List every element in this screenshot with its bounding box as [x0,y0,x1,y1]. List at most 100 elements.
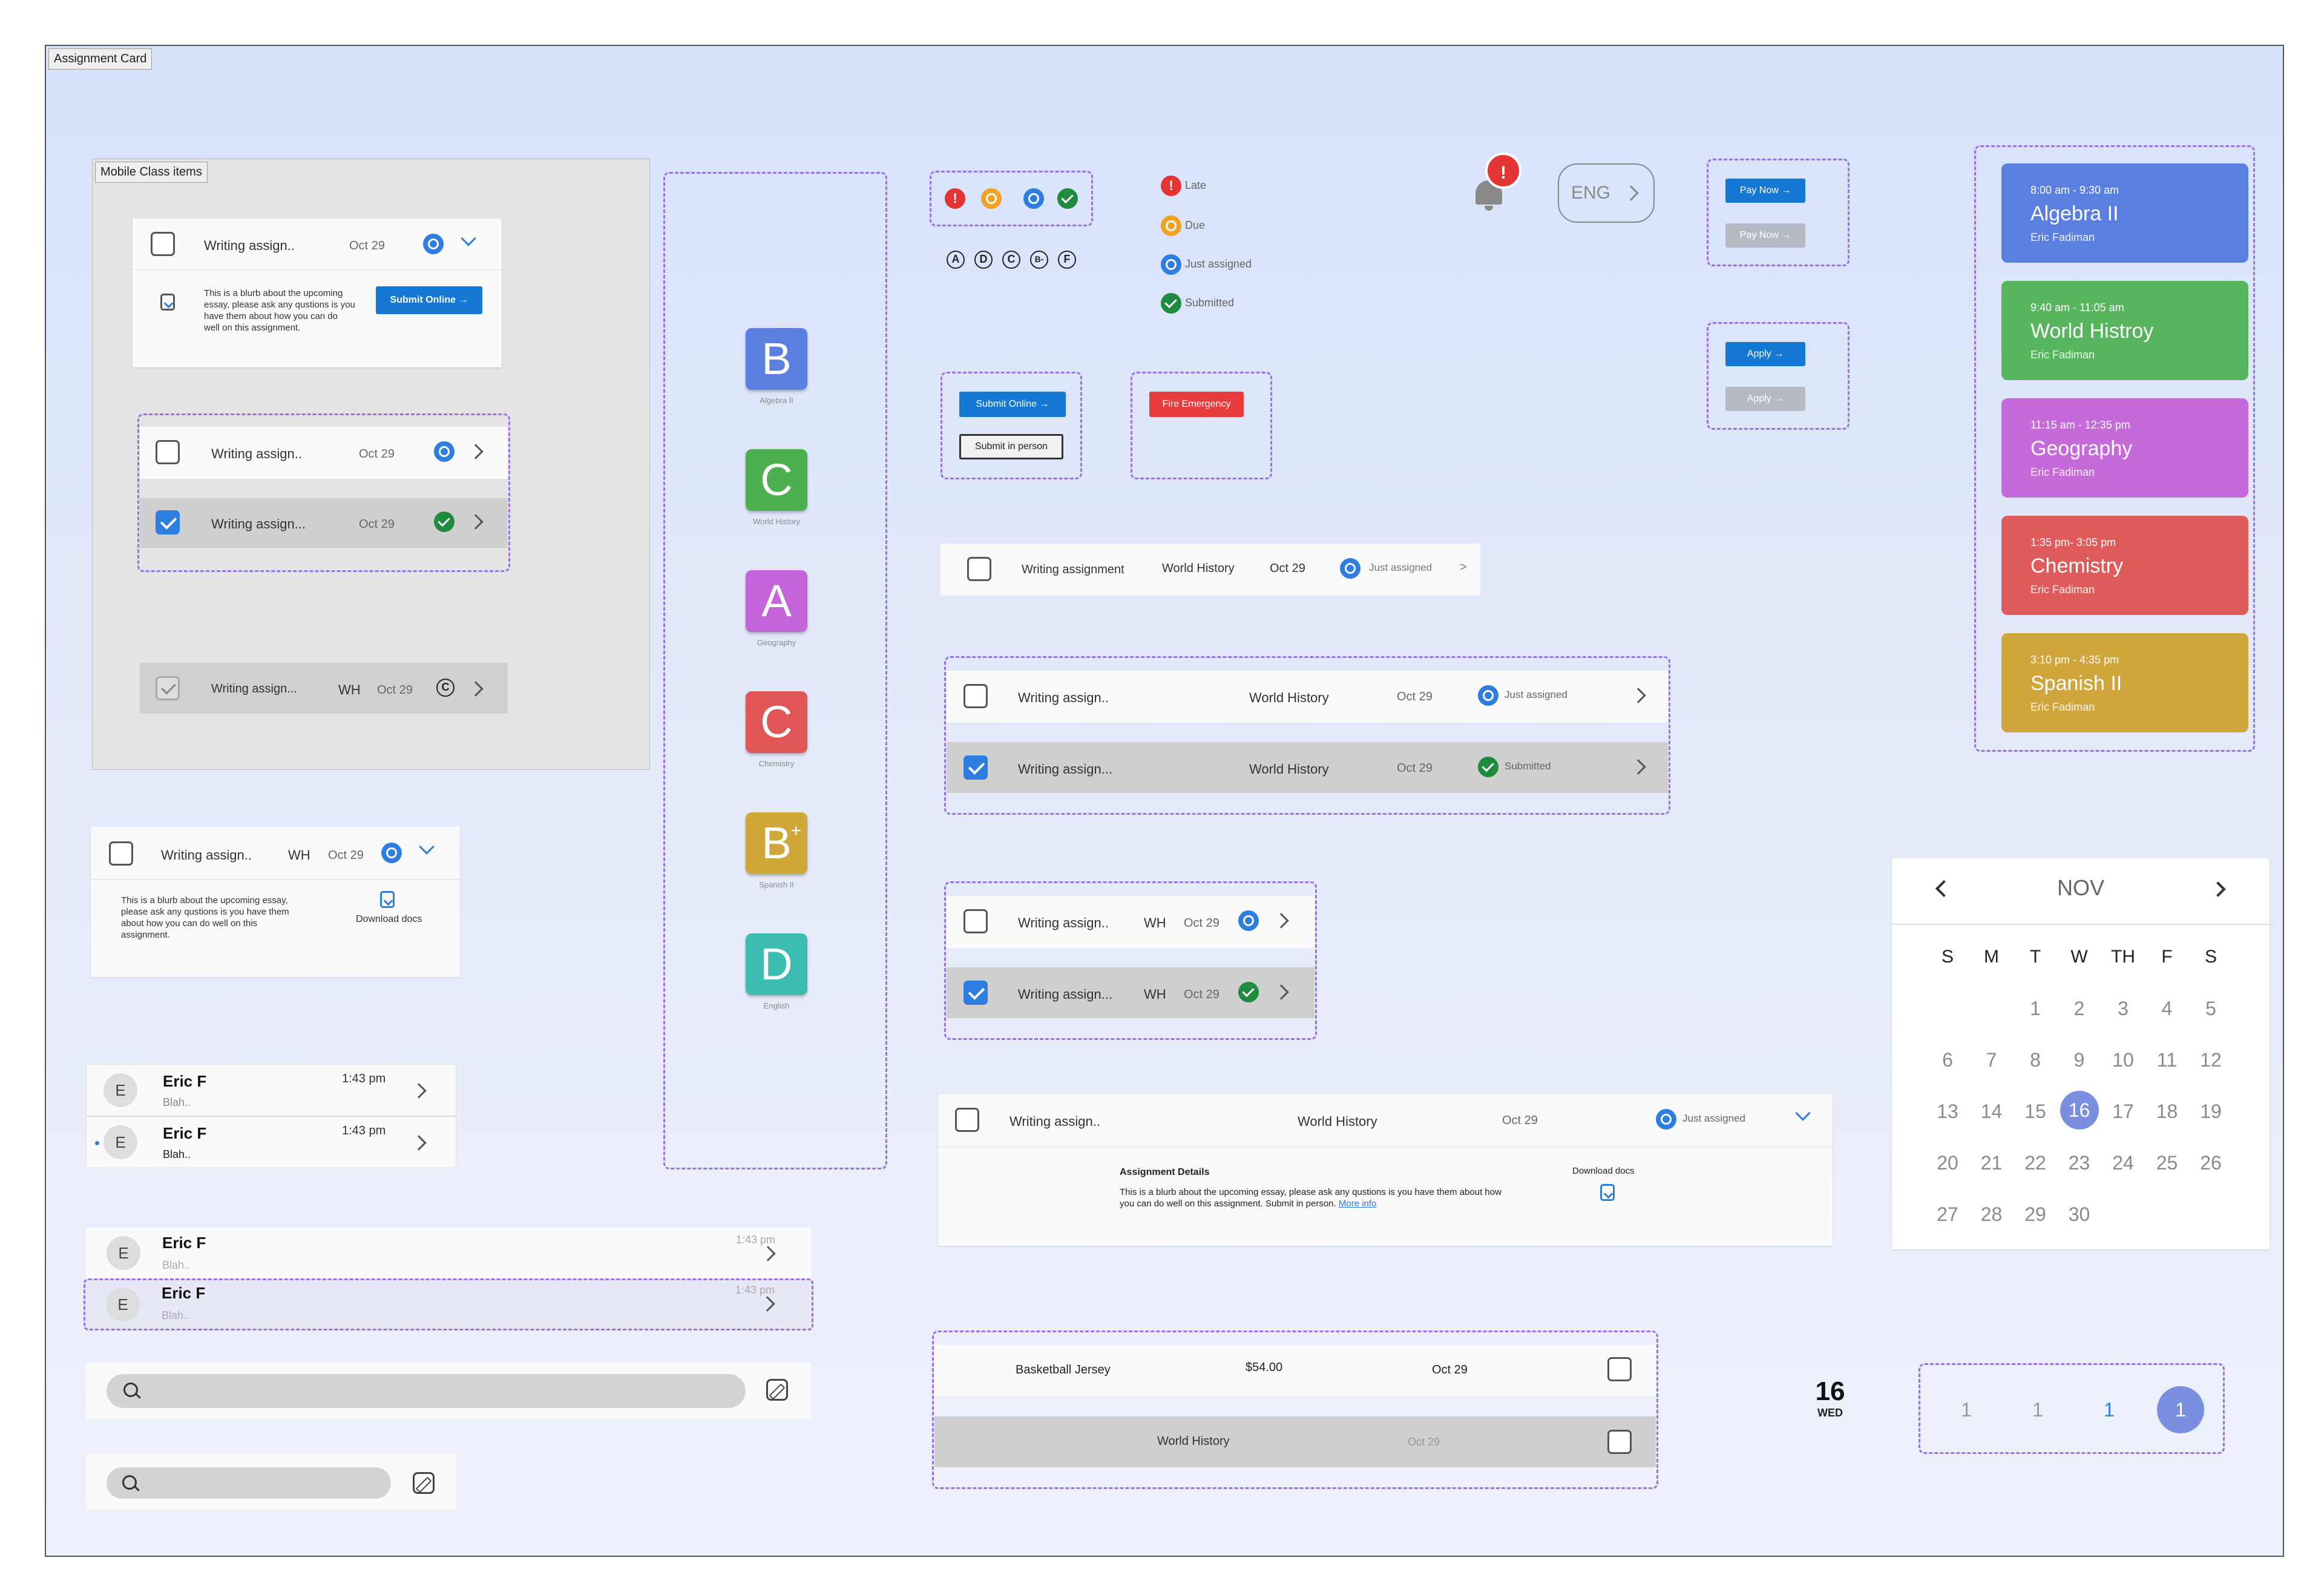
calendar-day[interactable]: 10 [2101,1049,2145,1071]
calendar-day[interactable]: 24 [2101,1152,2145,1174]
calendar-day[interactable]: 30 [2058,1203,2101,1226]
calendar-day[interactable]: 12 [2189,1049,2233,1071]
submit-online-button[interactable]: Submit Online → [376,286,482,314]
search-input[interactable] [107,1467,391,1499]
grade-tile-world-history[interactable]: C [746,449,807,511]
assignment-row-selected[interactable]: Writing assign... Oct 29 [140,498,508,548]
more-info-link[interactable]: More info [1339,1199,1377,1209]
class-card-algebra-ii[interactable]: 8:00 am - 9:30 am Algebra II Eric Fadiman [2001,163,2248,263]
chevron-right-icon[interactable] [468,514,484,530]
calendar-day[interactable]: 3 [2101,998,2145,1020]
calendar-day[interactable]: 23 [2058,1152,2101,1174]
page-button-active[interactable]: 1 [2157,1386,2204,1433]
calendar-day[interactable]: 7 [1970,1049,2014,1071]
assignment-row-graded[interactable]: Writing assign... WH Oct 29 C [140,663,508,714]
expanded-assignment-card-desktop[interactable]: Writing assign.. World History Oct 29 Ju… [938,1094,1833,1246]
class-card-world-histroy[interactable]: 9:40 am - 11:05 am World Histroy Eric Fadi… [2001,281,2248,380]
download-docs-icon[interactable] [380,891,395,908]
assignment-row-desktop-compact[interactable]: Writing assignment World History Oct 29 … [940,544,1480,596]
assignment-checkbox[interactable] [963,909,988,933]
chevron-right-icon[interactable] [1630,688,1646,703]
page-button[interactable]: 1 [1943,1386,1990,1433]
calendar-day[interactable]: 8 [2014,1049,2057,1071]
calendar-day[interactable]: 11 [2145,1049,2189,1071]
calendar-day[interactable]: 27 [1926,1203,1969,1226]
calendar-day[interactable]: 1 [2014,998,2057,1020]
assignment-checkbox[interactable] [151,232,175,256]
item-checkbox[interactable] [1607,1430,1632,1454]
calendar-day[interactable]: 5 [2189,998,2233,1020]
assignment-checkbox[interactable] [156,440,180,464]
chevron-right-icon[interactable] [411,1083,427,1099]
store-item-row-selected[interactable]: World History Oct 29 [934,1416,1656,1467]
page-button[interactable]: 1 [2014,1386,2061,1433]
compose-icon[interactable] [766,1379,788,1401]
message-row-wide-selected[interactable]: E Eric F 1:43 pm Blah.. [84,1278,813,1330]
assignment-row[interactable]: Writing assign.. Oct 29 [140,427,508,479]
expanded-assignment-card[interactable]: Writing assign.. Oct 29 This is a blurb … [133,219,502,367]
calendar-day[interactable]: 6 [1926,1049,1969,1071]
submit-online-button[interactable]: Submit Online → [959,392,1066,417]
calendar-day[interactable]: 20 [1926,1152,1969,1174]
assignment-row-tablet[interactable]: Writing assign.. WH Oct 29 [947,896,1315,948]
assignment-checkbox[interactable] [963,684,988,708]
calendar-day[interactable]: 25 [2145,1152,2189,1174]
fire-emergency-button[interactable]: Fire Emergency [1149,392,1244,417]
calendar-day-selected[interactable]: 16 [2060,1091,2099,1130]
compose-icon[interactable] [413,1472,435,1494]
pay-now-button[interactable]: Pay Now → [1725,179,1805,203]
apply-button-disabled[interactable]: Apply → [1725,387,1805,411]
grade-tile-spanish-ii[interactable]: B + [746,812,807,874]
grade-tile-chemistry[interactable]: C [746,691,807,753]
class-card-spanish-ii[interactable]: 3:10 pm - 4:35 pm Spanish II Eric Fadiman [2001,633,2248,732]
download-docs-icon[interactable] [1600,1184,1615,1201]
calendar-day[interactable]: 28 [1970,1203,2014,1226]
chevron-down-icon[interactable] [419,839,435,855]
calendar-day[interactable]: 18 [2145,1100,2189,1123]
chevron-right-icon[interactable] [468,444,484,459]
pay-now-button-disabled[interactable]: Pay Now → [1725,223,1805,248]
chevron-right-icon[interactable] [411,1135,427,1151]
assignment-checkbox-disabled[interactable] [156,676,180,700]
chevron-right-icon[interactable] [1630,759,1646,775]
calendar-day[interactable]: 19 [2189,1100,2233,1123]
calendar-day[interactable]: 14 [1970,1100,2014,1123]
assignment-checkbox-checked[interactable] [963,755,988,780]
assignment-row-tablet-selected[interactable]: Writing assign... WH Oct 29 [947,967,1315,1018]
chevron-right-icon[interactable] [1273,913,1289,929]
class-card-geography[interactable]: 11:15 am - 12:35 pm Geography Eric Fadiman [2001,398,2248,498]
download-docs-label[interactable]: Download docs [1572,1166,1635,1176]
chevron-right-icon[interactable] [468,681,484,697]
calendar-day[interactable]: 17 [2101,1100,2145,1123]
language-button[interactable]: ENG [1558,163,1655,223]
grade-tile-english[interactable]: D [746,933,807,995]
chevron-down-icon[interactable] [461,231,476,246]
item-checkbox[interactable] [1607,1357,1632,1381]
calendar-day[interactable]: 2 [2058,998,2101,1020]
calendar-day[interactable]: 9 [2058,1049,2101,1071]
chevron-right-icon[interactable] [760,1246,776,1261]
assignment-checkbox[interactable] [109,841,133,866]
chevron-down-icon[interactable] [1795,1105,1811,1121]
calendar-day[interactable]: 26 [2189,1152,2233,1174]
message-row-wide[interactable]: E Eric F 1:43 pm Blah.. [86,1228,811,1280]
expanded-assignment-card-wh[interactable]: Writing assign.. WH Oct 29 This is a blu… [91,827,460,977]
assignment-checkbox-checked[interactable] [963,981,988,1005]
message-row-unread[interactable]: E Eric F 1:43 pm Blah.. [86,1116,456,1168]
grade-tile-geography[interactable]: A [746,570,807,632]
grade-tile-algebra-ii[interactable]: B [746,328,807,390]
assignment-row-desktop[interactable]: Writing assign.. World History Oct 29 Ju… [947,671,1668,723]
chevron-right-icon[interactable]: > [1460,561,1467,574]
calendar-day[interactable]: 22 [2014,1152,2057,1174]
calendar-day[interactable]: 4 [2145,998,2189,1020]
apply-button[interactable]: Apply → [1725,342,1805,366]
page-button[interactable]: 1 [2086,1386,2133,1433]
calendar-day[interactable]: 29 [2014,1203,2057,1226]
search-input[interactable] [107,1374,746,1408]
chevron-right-icon[interactable] [1273,984,1289,1000]
chevron-right-icon[interactable] [760,1296,775,1312]
store-item-row[interactable]: Basketball Jersey $54.00 Oct 29 [934,1345,1656,1396]
calendar-day[interactable]: 13 [1926,1100,1969,1123]
assignment-checkbox-checked[interactable] [156,510,180,534]
submit-in-person-button[interactable]: Submit in person [959,434,1063,459]
